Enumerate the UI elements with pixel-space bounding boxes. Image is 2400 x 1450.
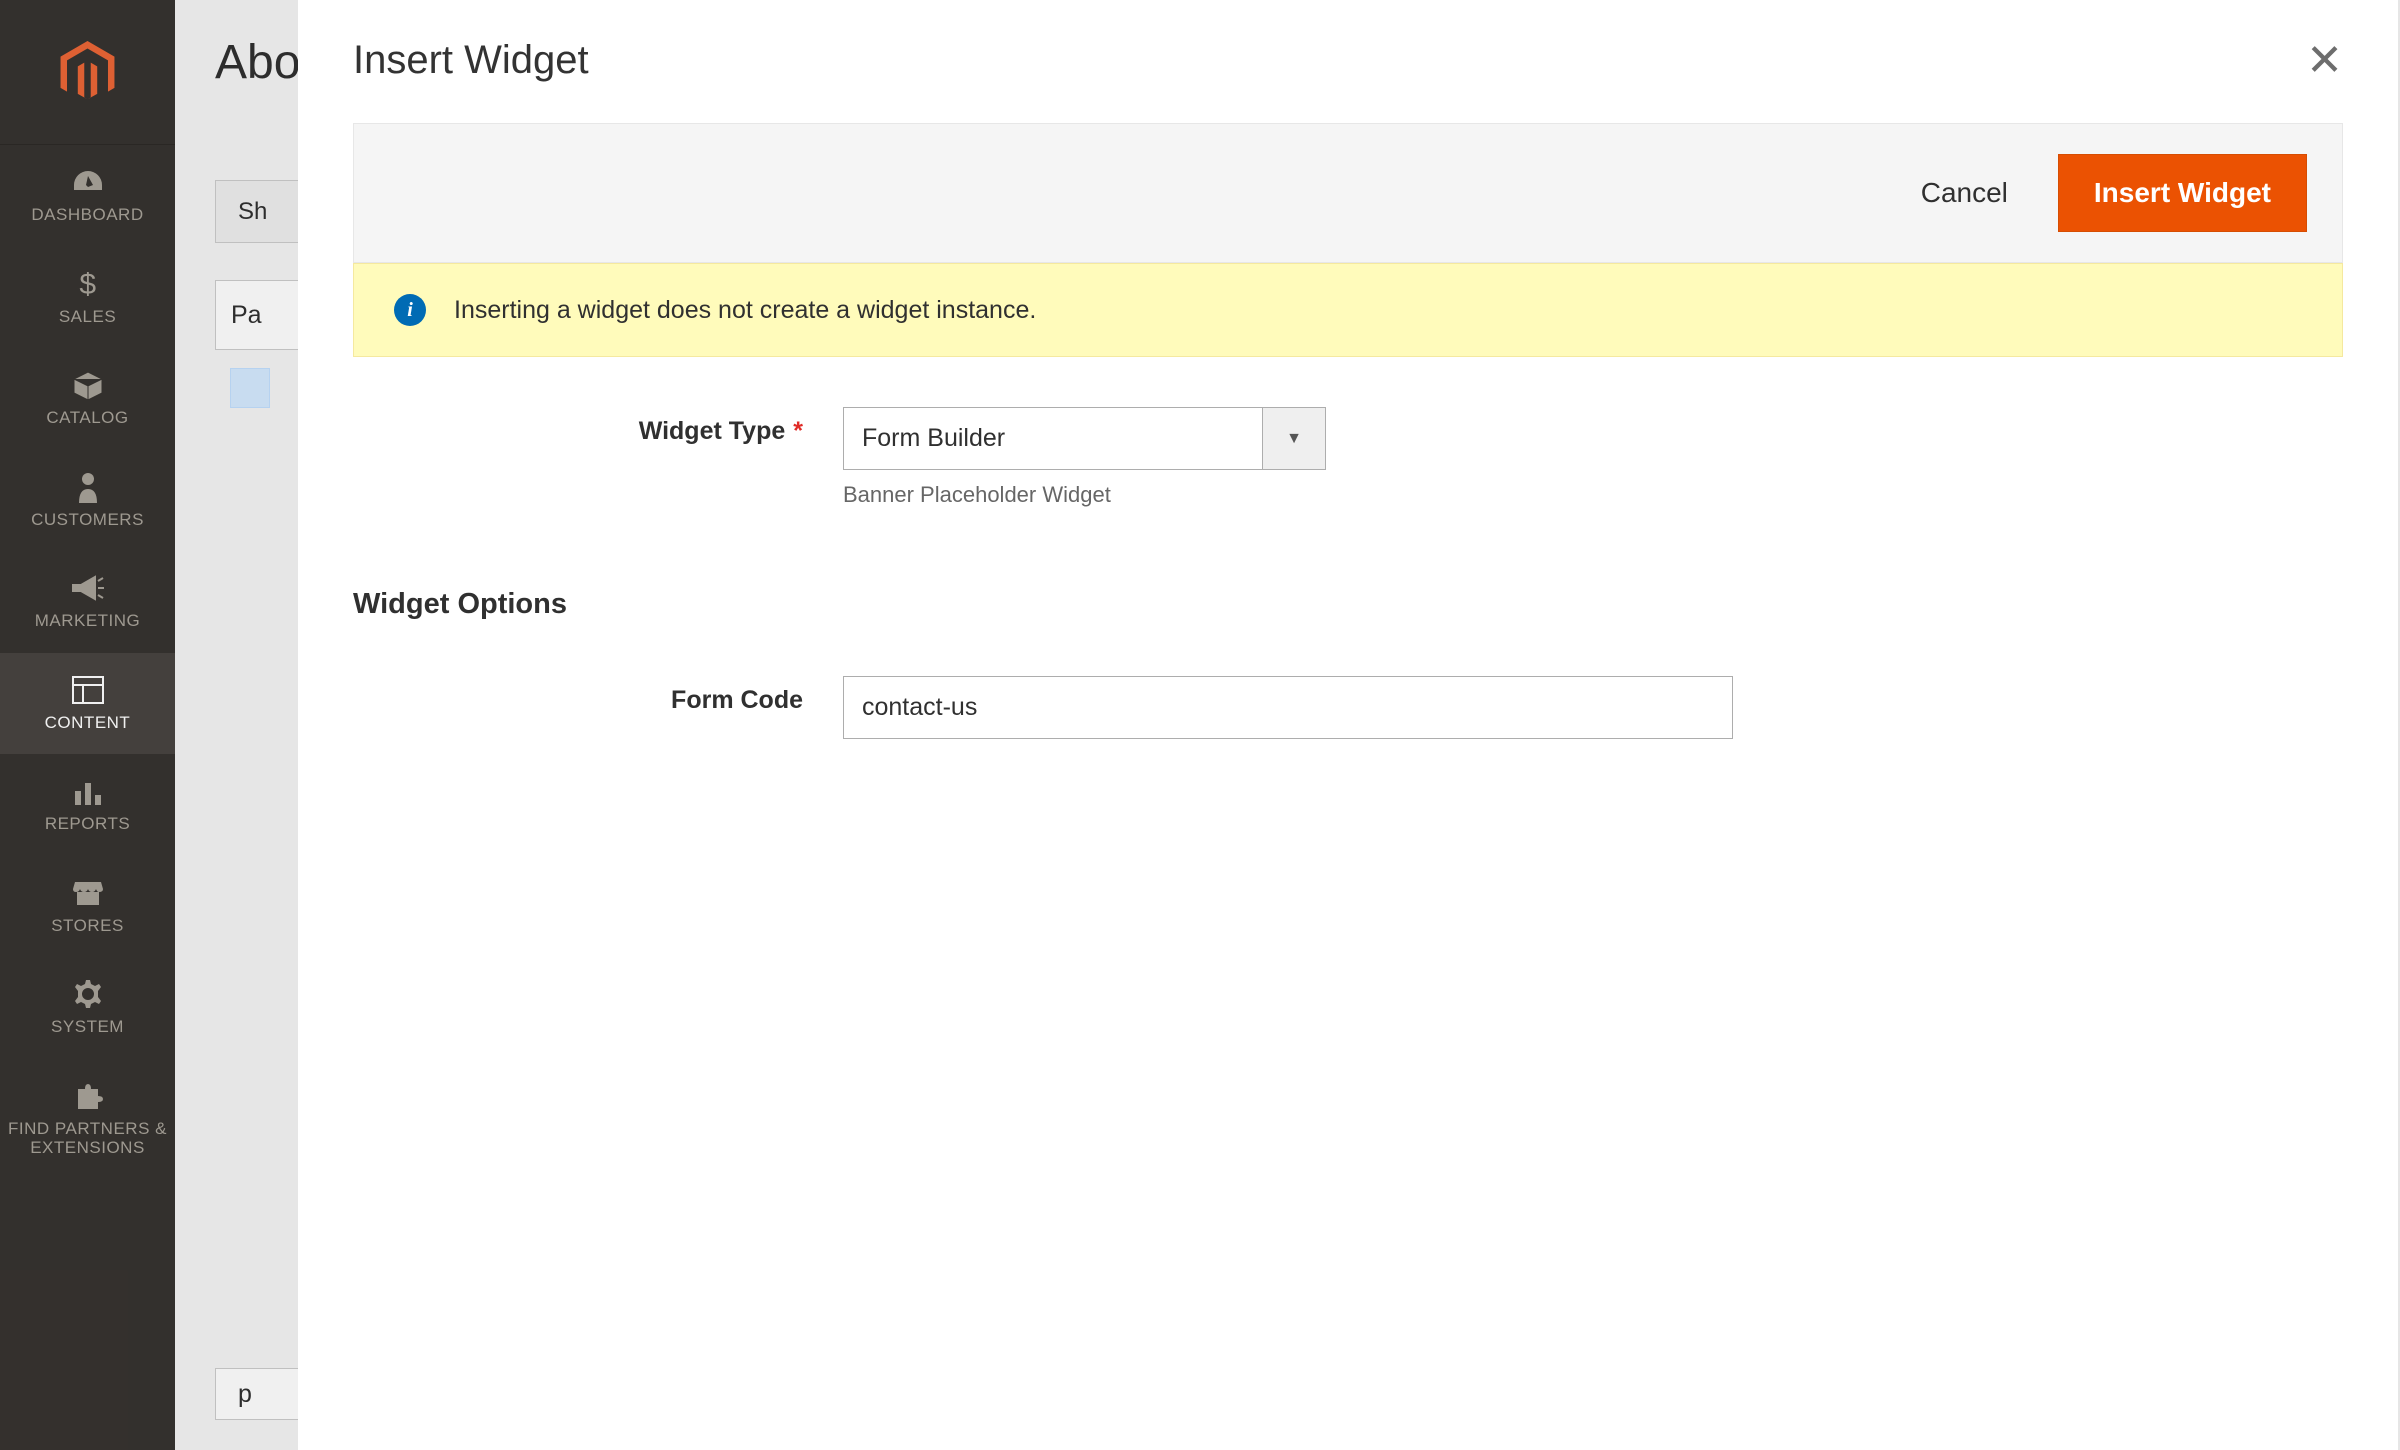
form-code-input[interactable]	[843, 676, 1733, 739]
form-code-row: Form Code	[353, 676, 2343, 739]
info-text: Inserting a widget does not create a wid…	[454, 296, 1036, 325]
widget-type-select[interactable]: Form Builder ▼	[843, 407, 1326, 470]
widget-type-hint: Banner Placeholder Widget	[843, 482, 1326, 508]
close-icon[interactable]: ✕	[2306, 39, 2343, 83]
widget-type-row: Widget Type* Form Builder ▼ Banner Place…	[353, 407, 2343, 508]
widget-type-value: Form Builder	[843, 407, 1263, 470]
cancel-button[interactable]: Cancel	[1921, 177, 2008, 209]
modal-title: Insert Widget	[353, 38, 589, 83]
info-banner: i Inserting a widget does not create a w…	[353, 263, 2343, 357]
modal-header: Insert Widget ✕	[298, 0, 2398, 123]
insert-widget-modal: Insert Widget ✕ Cancel Insert Widget i I…	[298, 0, 2398, 1450]
widget-options-heading: Widget Options	[353, 588, 2343, 621]
modal-action-bar: Cancel Insert Widget	[353, 123, 2343, 263]
required-indicator: *	[793, 417, 803, 445]
form-section: Widget Type* Form Builder ▼ Banner Place…	[353, 357, 2343, 814]
form-code-label: Form Code	[353, 676, 843, 715]
chevron-down-icon[interactable]: ▼	[1263, 407, 1326, 470]
info-icon: i	[394, 294, 426, 326]
insert-widget-button[interactable]: Insert Widget	[2058, 154, 2307, 232]
widget-type-label: Widget Type*	[353, 407, 843, 446]
